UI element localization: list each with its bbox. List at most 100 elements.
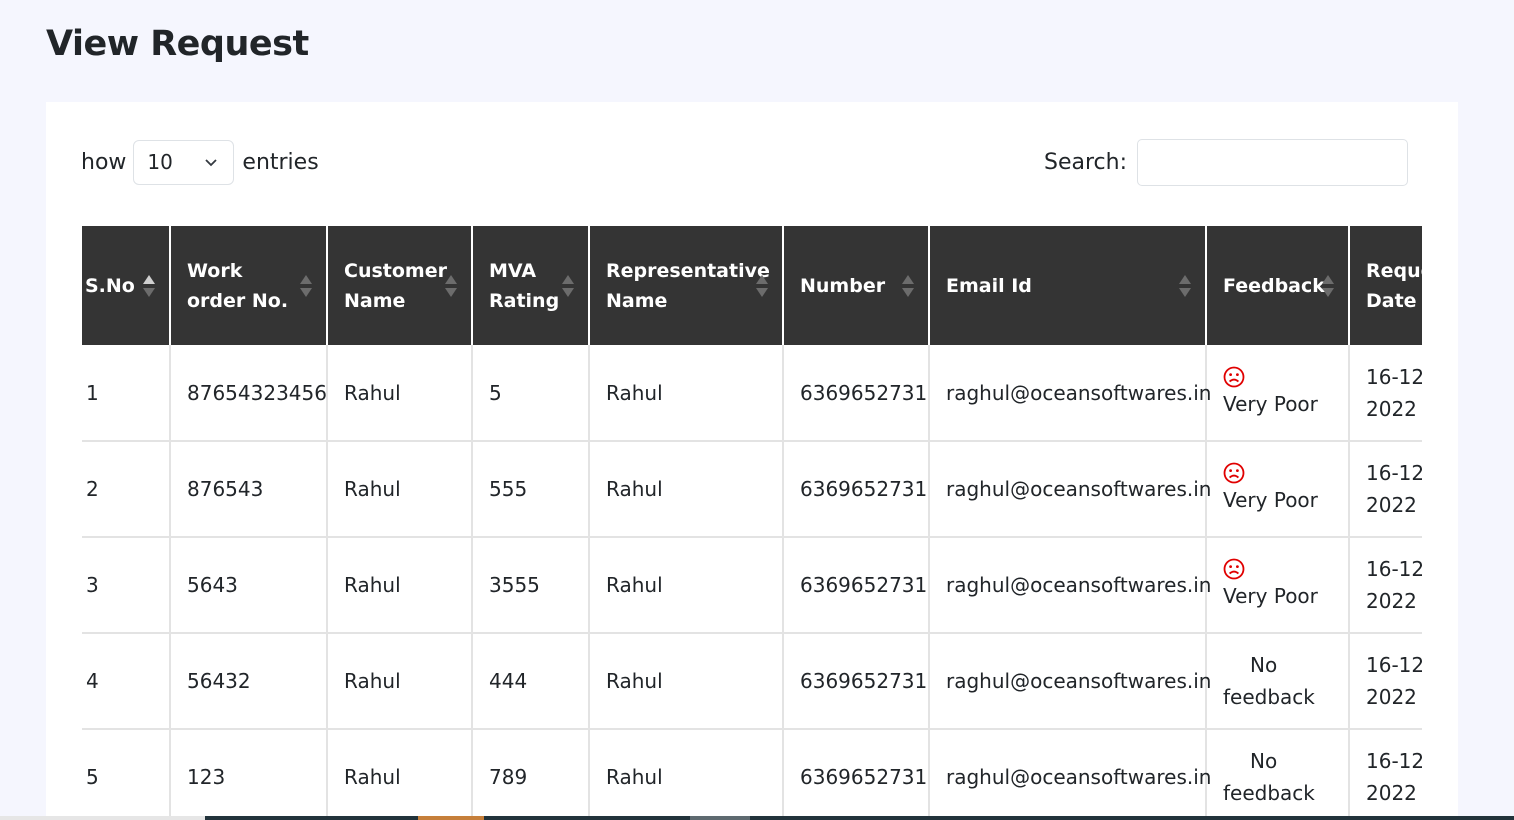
table-row: 2 876543 Rahul 555 Rahul 6369652731 raghul@oce…	[82, 441, 1422, 538]
entries-label: entries	[242, 149, 319, 175]
sort-arrows-icon	[562, 274, 574, 297]
email-cell: raghul@oceansoftwares.in	[929, 537, 1211, 634]
column-header-request-date[interactable]: Request Date	[1349, 226, 1422, 345]
request-date-cell: 16-12- 2022	[1349, 537, 1422, 634]
column-header-label: Date	[1366, 289, 1417, 312]
requests-card: how 10 entries Search: S.No Work order No.…	[46, 102, 1458, 820]
customer-name-cell: Rahul	[327, 729, 473, 820]
sno-cell: 2	[82, 441, 171, 538]
number-cell: 6369652731	[783, 633, 930, 730]
column-header-label: Customer	[344, 259, 447, 282]
number-cell: 6369652731	[783, 729, 930, 820]
request-date-cell: 16-12- 2022	[1349, 345, 1422, 442]
table-row: 3 5643 Rahul 3555 Rahul 6369652731 raghul@ocea…	[82, 537, 1422, 634]
column-header-label: Feedback	[1223, 274, 1325, 297]
sort-arrows-icon	[756, 274, 768, 297]
column-header-label: Name	[606, 289, 668, 312]
request-date-text: 2022	[1366, 781, 1417, 805]
column-header-representative-name[interactable]: Representative Name	[589, 226, 784, 345]
email-cell: raghul@oceansoftwares.in	[929, 633, 1211, 730]
request-date-text: 2022	[1366, 685, 1417, 709]
column-header-feedback[interactable]: Feedback	[1206, 226, 1350, 345]
show-label: how	[81, 149, 127, 175]
search-input[interactable]	[1137, 138, 1408, 186]
email-cell: raghul@oceansoftwares.in	[929, 729, 1211, 820]
column-header-s-no[interactable]: S.No	[82, 226, 171, 345]
column-header-label: Number	[800, 274, 886, 297]
request-date-text: 16-12-	[1366, 749, 1422, 773]
work-order-cell: 123	[170, 729, 328, 820]
customer-name-cell: Rahul	[327, 345, 473, 442]
taskbar-segment	[418, 816, 484, 820]
column-header-label: Representative	[606, 259, 770, 282]
page-title: View Request	[46, 24, 309, 64]
feedback-cell: No feedback	[1206, 729, 1350, 820]
feedback-text: Very Poor	[1223, 391, 1318, 416]
column-header-label: order No.	[187, 289, 289, 312]
table-header-row: S.No Work order No. Customer Name MVA Rating Re…	[82, 226, 1422, 345]
table-row: 5 123 Rahul 789 Rahul 6369652731 raghul@oceans…	[82, 729, 1422, 820]
mva-rating-cell: 789	[472, 729, 590, 820]
request-date-text: 16-12-	[1366, 557, 1422, 581]
column-header-label: MVA	[489, 259, 537, 282]
table-body: 1 87654323456 Rahul 5 Rahul 6369652731 raghul@…	[82, 345, 1422, 820]
column-header-label: Rating	[489, 289, 560, 312]
column-header-label: Request	[1366, 259, 1422, 282]
representative-name-cell: Rahul	[589, 633, 784, 730]
customer-name-cell: Rahul	[327, 633, 473, 730]
work-order-cell: 876543	[170, 441, 328, 538]
column-header-label: Email Id	[946, 274, 1032, 297]
taskbar-segment	[690, 816, 750, 820]
mva-rating-cell: 555	[472, 441, 590, 538]
representative-name-cell: Rahul	[589, 441, 784, 538]
work-order-cell: 87654323456	[170, 345, 328, 442]
representative-name-cell: Rahul	[589, 345, 784, 442]
request-date-text: 2022	[1366, 396, 1417, 421]
table-container[interactable]: S.No Work order No. Customer Name MVA Rating Re…	[82, 226, 1422, 820]
sort-arrows-icon	[902, 274, 914, 297]
feedback-cell: Very Poor	[1206, 441, 1350, 538]
request-date-cell: 16-12- 2022	[1349, 729, 1422, 820]
request-date-text: 2022	[1366, 589, 1417, 613]
sort-arrows-icon	[445, 274, 457, 297]
requests-table: S.No Work order No. Customer Name MVA Rating Re…	[82, 226, 1422, 820]
representative-name-cell: Rahul	[589, 537, 784, 634]
request-date-text: 16-12-	[1366, 364, 1422, 389]
sort-arrows-icon	[1322, 274, 1334, 297]
entries-select-value: 10	[147, 150, 173, 174]
email-cell: raghul@oceansoftwares.in	[929, 441, 1211, 538]
taskbar-segment	[0, 816, 205, 820]
column-header-mva-rating[interactable]: MVA Rating	[472, 226, 590, 345]
sno-cell: 3	[82, 537, 171, 634]
email-cell: raghul@oceansoftwares.in	[929, 345, 1211, 442]
number-cell: 6369652731	[783, 345, 930, 442]
number-cell: 6369652731	[783, 441, 930, 538]
sort-arrows-icon	[143, 274, 155, 297]
column-header-number[interactable]: Number	[783, 226, 930, 345]
column-header-label: Work	[187, 259, 243, 282]
sad-face-icon	[1223, 366, 1245, 387]
customer-name-cell: Rahul	[327, 537, 473, 634]
entries-select[interactable]: 10	[133, 139, 235, 185]
representative-name-cell: Rahul	[589, 729, 784, 820]
work-order-cell: 5643	[170, 537, 328, 634]
mva-rating-cell: 444	[472, 633, 590, 730]
column-header-customer-name[interactable]: Customer Name	[327, 226, 473, 345]
request-date-cell: 16-12- 2022	[1349, 633, 1422, 730]
chevron-down-icon	[205, 159, 218, 167]
work-order-cell: 56432	[170, 633, 328, 730]
feedback-text: No	[1250, 749, 1278, 773]
table-row: 4 56432 Rahul 444 Rahul 6369652731 raghul@ocea…	[82, 633, 1422, 730]
sad-face-icon	[1223, 558, 1245, 580]
feedback-text: Very Poor	[1223, 584, 1318, 608]
column-header-label: S.No	[85, 274, 135, 297]
sort-arrows-icon	[1179, 274, 1191, 297]
sno-cell: 5	[82, 729, 171, 820]
feedback-text: Very Poor	[1223, 488, 1318, 512]
feedback-cell: Very Poor	[1206, 537, 1350, 634]
column-header-work-order-no[interactable]: Work order No.	[170, 226, 328, 345]
feedback-text: feedback	[1223, 781, 1315, 805]
feedback-text: No	[1250, 653, 1278, 677]
entries-length-control: how 10 entries	[81, 138, 319, 186]
column-header-email-id[interactable]: Email Id	[929, 226, 1207, 345]
